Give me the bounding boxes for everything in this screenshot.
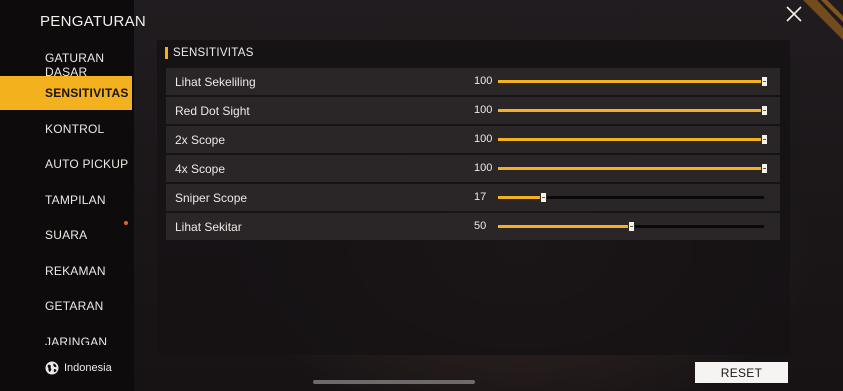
slider-track[interactable]	[498, 76, 768, 87]
section-accent-bar	[165, 47, 168, 59]
slider-label: 2x Scope	[175, 133, 226, 147]
slider-fill	[498, 138, 764, 141]
slider-label: Lihat Sekeliling	[175, 75, 256, 89]
language-selector[interactable]: Indonesia	[45, 360, 112, 376]
slider-label: Red Dot Sight	[175, 104, 250, 118]
sidebar-item-tampilan[interactable]: TAMPILAN	[0, 183, 132, 217]
sidebar-item-label: REKAMAN	[45, 264, 106, 278]
slider-value: 100	[474, 162, 493, 174]
slider-track[interactable]	[498, 105, 768, 116]
slider-thumb[interactable]	[761, 134, 768, 145]
sidebar-item-auto-pickup[interactable]: AUTO PICKUP	[0, 147, 132, 181]
sidebar-title: PENGATURAN	[40, 13, 147, 30]
slider-value: 100	[474, 75, 493, 87]
slider-row: Lihat Sekeliling 100	[166, 68, 780, 95]
slider-thumb[interactable]	[761, 163, 768, 174]
slider-track[interactable]	[498, 134, 768, 145]
globe-icon	[45, 361, 59, 375]
sidebar-item-label: KONTROL	[45, 122, 105, 136]
sidebar-item-suara[interactable]: SUARA	[0, 218, 132, 252]
sidebar: PENGATURAN GATURAN DASAR SENSITIVITAS KO…	[0, 0, 147, 391]
notification-dot	[124, 221, 128, 225]
slider-fill	[498, 167, 764, 170]
slider-fill	[498, 196, 544, 199]
slider-thumb[interactable]	[761, 105, 768, 116]
slider-row: Lihat Sekitar 50	[166, 213, 780, 240]
slider-label: 4x Scope	[175, 162, 226, 176]
slider-track[interactable]	[498, 192, 764, 203]
slider-thumb[interactable]	[761, 76, 768, 87]
close-icon[interactable]	[784, 4, 804, 24]
reset-button[interactable]: RESET	[695, 362, 788, 383]
sidebar-item-rekaman[interactable]: REKAMAN	[0, 254, 132, 288]
sidebar-item-getaran[interactable]: GETARAN	[0, 289, 132, 323]
sidebar-item-label: GETARAN	[45, 299, 104, 313]
slider-row: Red Dot Sight 100	[166, 97, 780, 124]
section-title: SENSITIVITAS	[173, 47, 254, 59]
slider-value: 17	[474, 191, 487, 203]
slider-fill	[498, 109, 764, 112]
section-header: SENSITIVITAS	[165, 46, 254, 60]
slider-track[interactable]	[498, 221, 764, 232]
sidebar-item-label: SENSITIVITAS	[45, 86, 129, 100]
slider-thumb[interactable]	[540, 192, 548, 203]
sidebar-item-label: TAMPILAN	[45, 193, 106, 207]
sidebar-item-label: SUARA	[45, 228, 88, 242]
slider-fill	[498, 80, 764, 83]
slider-label: Sniper Scope	[175, 191, 248, 205]
slider-thumb[interactable]	[628, 221, 635, 232]
sidebar-item-label: GATURAN DASAR	[45, 51, 105, 79]
slider-value: 50	[474, 220, 487, 232]
slider-row: 4x Scope 100	[166, 155, 780, 182]
slider-track[interactable]	[498, 163, 768, 174]
sidebar-item-label: AUTO PICKUP	[45, 157, 129, 171]
slider-row: Sniper Scope 17	[166, 184, 780, 211]
sidebar-item-kontrol[interactable]: KONTROL	[0, 112, 132, 146]
home-indicator[interactable]	[313, 380, 475, 384]
sidebar-item-jaringan[interactable]: JARINGAN	[0, 325, 132, 345]
sidebar-item-label: JARINGAN	[45, 335, 108, 345]
slider-fill	[498, 225, 631, 228]
slider-value: 100	[474, 104, 493, 116]
sidebar-item-sensitivitas[interactable]: SENSITIVITAS	[0, 76, 132, 110]
sidebar-item-gaturan-dasar[interactable]: GATURAN DASAR	[0, 41, 132, 79]
slider-row: 2x Scope 100	[166, 126, 780, 153]
slider-value: 100	[474, 133, 493, 145]
slider-label: Lihat Sekitar	[175, 220, 242, 234]
language-label: Indonesia	[64, 362, 112, 374]
